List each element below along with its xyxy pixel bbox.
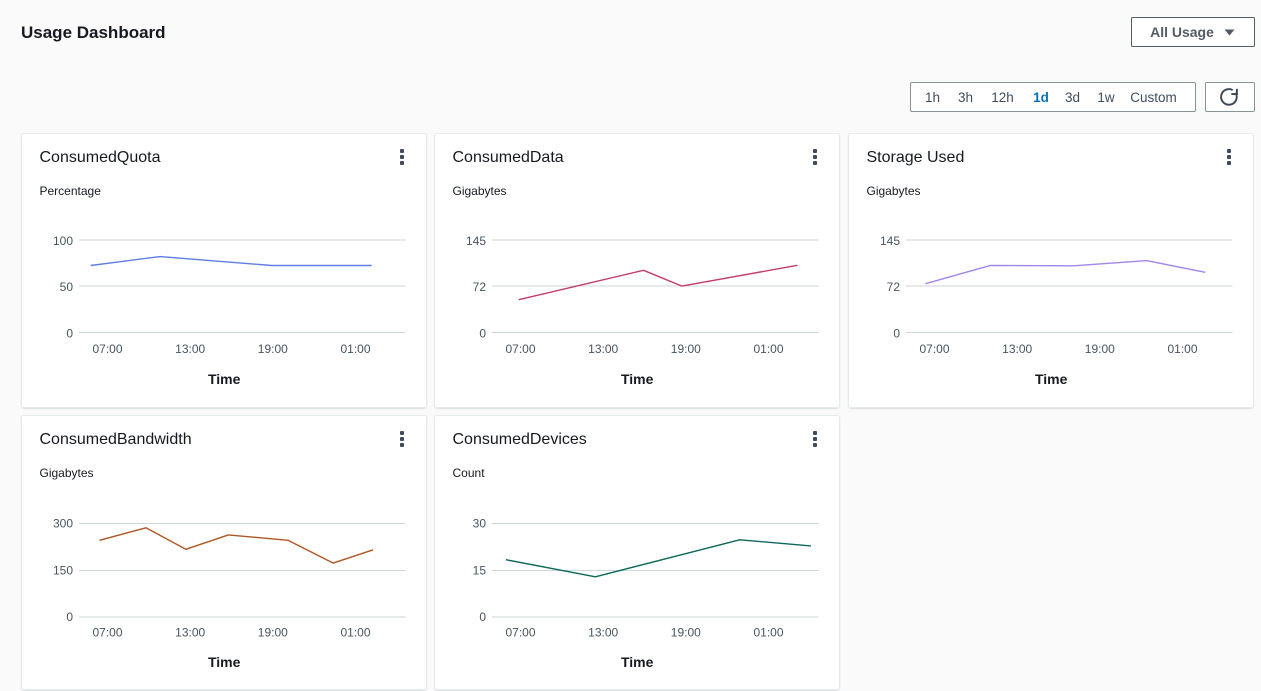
svg-text:13:00: 13:00 [588, 342, 618, 356]
svg-text:01:00: 01:00 [753, 342, 783, 356]
svg-text:07:00: 07:00 [505, 342, 535, 356]
svg-text:19:00: 19:00 [257, 625, 287, 639]
svg-text:Time: Time [620, 371, 653, 387]
svg-text:50: 50 [59, 280, 73, 294]
svg-text:Time: Time [620, 654, 653, 670]
svg-text:07:00: 07:00 [919, 342, 949, 356]
svg-text:Time: Time [1034, 371, 1067, 387]
svg-text:01:00: 01:00 [1167, 342, 1197, 356]
svg-text:72: 72 [886, 280, 900, 294]
svg-text:0: 0 [893, 326, 900, 340]
svg-text:19:00: 19:00 [1084, 342, 1114, 356]
svg-text:145: 145 [465, 234, 485, 248]
svg-text:72: 72 [472, 280, 486, 294]
svg-text:13:00: 13:00 [1002, 342, 1032, 356]
svg-text:01:00: 01:00 [340, 625, 370, 639]
svg-text:19:00: 19:00 [257, 342, 287, 356]
svg-text:0: 0 [66, 326, 73, 340]
svg-text:15: 15 [472, 563, 486, 577]
svg-text:01:00: 01:00 [753, 625, 783, 639]
svg-text:07:00: 07:00 [92, 625, 122, 639]
svg-text:13:00: 13:00 [175, 625, 205, 639]
svg-text:01:00: 01:00 [340, 342, 370, 356]
svg-text:0: 0 [66, 610, 73, 624]
svg-text:30: 30 [472, 516, 486, 530]
svg-text:100: 100 [52, 234, 72, 248]
svg-text:13:00: 13:00 [588, 625, 618, 639]
svg-text:0: 0 [479, 610, 486, 624]
svg-text:07:00: 07:00 [92, 342, 122, 356]
svg-text:07:00: 07:00 [505, 625, 535, 639]
svg-text:19:00: 19:00 [670, 342, 700, 356]
svg-text:145: 145 [879, 234, 899, 248]
svg-text:13:00: 13:00 [175, 342, 205, 356]
svg-text:150: 150 [52, 563, 72, 577]
svg-text:300: 300 [52, 516, 72, 530]
svg-text:Time: Time [207, 371, 240, 387]
svg-text:Time: Time [207, 654, 240, 670]
svg-text:0: 0 [479, 326, 486, 340]
svg-text:19:00: 19:00 [670, 625, 700, 639]
